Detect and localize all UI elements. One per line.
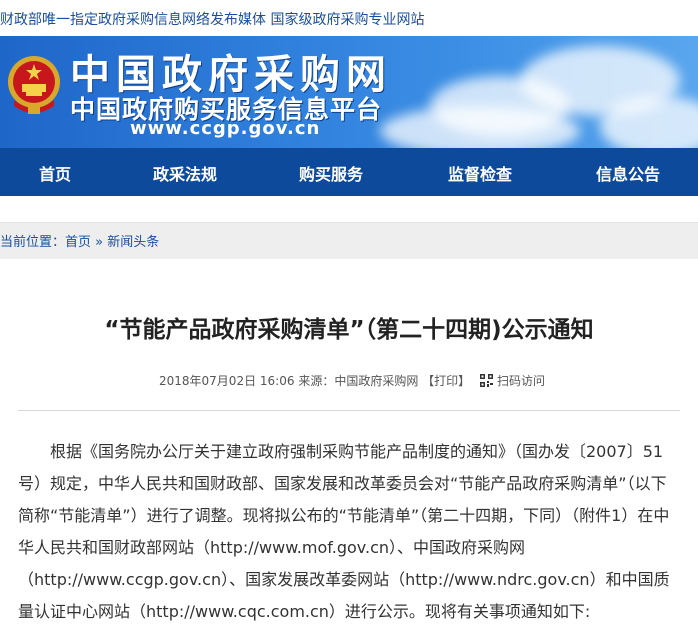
breadcrumb-separator: »	[91, 235, 108, 250]
article-body: 根据《国务院办公厅关于建立政府强制采购节能产品制度的通知》（国办发〔2007〕5…	[18, 442, 670, 621]
qr-code-icon	[480, 374, 494, 387]
breadcrumb-current[interactable]: 新闻头条	[107, 235, 159, 250]
breadcrumb-home[interactable]: 首页	[65, 235, 91, 250]
nav-home[interactable]: 首页	[39, 161, 71, 185]
nav-regulations[interactable]: 政采法规	[153, 161, 217, 185]
main-nav: 首页 政采法规 购买服务 监督检查 信息公告	[0, 148, 698, 196]
national-emblem-icon	[8, 56, 60, 114]
source-label: 来源：	[298, 374, 335, 388]
site-url: www.ccgp.gov.cn	[130, 118, 321, 139]
qr-visit-link[interactable]: 扫码访问	[497, 374, 545, 388]
site-banner: 中国政府采购网 中国政府购买服务信息平台 www.ccgp.gov.cn	[0, 36, 698, 148]
nav-announcements[interactable]: 信息公告	[596, 161, 660, 185]
nav-supervision[interactable]: 监督检查	[448, 161, 512, 185]
print-link[interactable]: 【打印】	[422, 374, 470, 388]
top-tagline-bar: 财政部唯一指定政府采购信息网络发布媒体 国家级政府采购专业网站	[0, 0, 698, 36]
divider	[18, 410, 680, 411]
article-meta: 2018年07月02日 16:06 来源：中国政府采购网 【打印】 扫码访问	[159, 372, 545, 389]
article-date: 2018年07月02日 16:06	[159, 374, 295, 388]
article-source: 中国政府采购网	[334, 374, 419, 388]
site-tagline: 财政部唯一指定政府采购信息网络发布媒体 国家级政府采购专业网站	[0, 12, 425, 28]
breadcrumb-prefix: 当前位置：	[0, 235, 66, 250]
nav-purchase-services[interactable]: 购买服务	[299, 161, 363, 185]
article-title: “节能产品政府采购清单”（第二十四期)公示通知	[104, 317, 594, 343]
breadcrumb: 当前位置：首页 » 新闻头条	[0, 222, 698, 259]
